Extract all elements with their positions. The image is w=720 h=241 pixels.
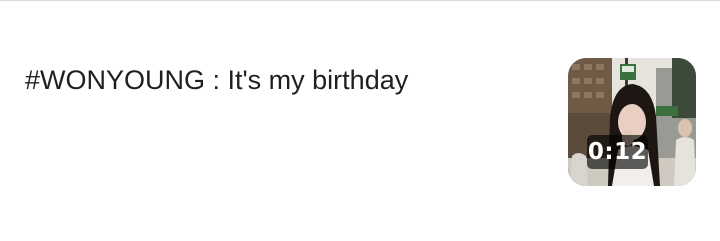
video-title[interactable]: #WONYOUNG : It's my birthday xyxy=(25,64,545,96)
duration-badge: 0:12 xyxy=(587,135,648,169)
video-list-item[interactable]: #WONYOUNG : It's my birthday 0:12 xyxy=(0,1,720,241)
